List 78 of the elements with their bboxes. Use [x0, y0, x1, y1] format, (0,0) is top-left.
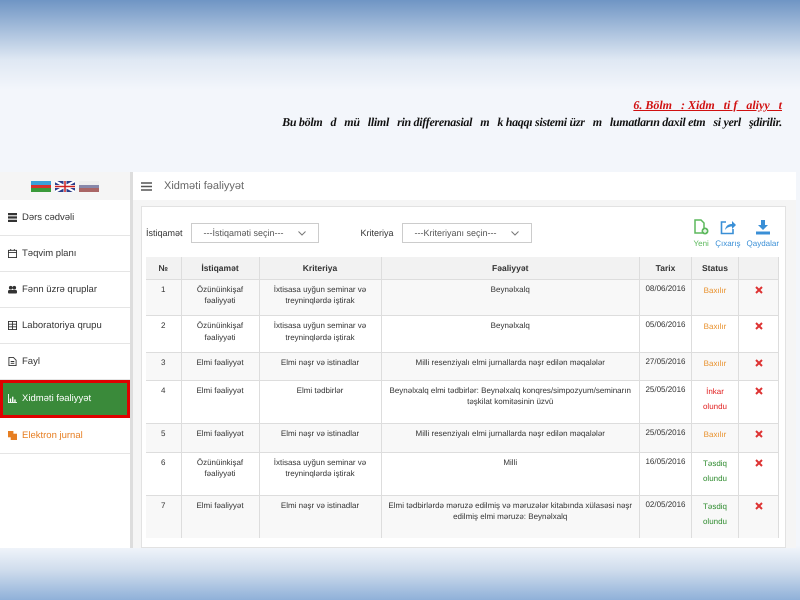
users-icon: [8, 285, 17, 294]
file-icon: [8, 357, 17, 366]
column-header: Tarix: [640, 257, 692, 280]
slide-subtitle: Bu bölm d mü lliml rin differenasial m k haqqı sistemi üzr m lumatların daxil etm si yerl şdirilir.: [281, 115, 782, 130]
table-cell: 2: [146, 316, 181, 352]
delete-icon[interactable]: [754, 386, 762, 395]
delete-icon[interactable]: [754, 322, 762, 330]
table-cell: 02/05/2016: [640, 495, 692, 538]
flag-icon[interactable]: [31, 180, 51, 192]
toolbar-button[interactable]: Qaydalar: [746, 218, 779, 248]
table-cell: 7: [146, 495, 181, 538]
table-cell: Beynəlxalq: [381, 280, 640, 316]
table-cell: Milli: [381, 452, 640, 496]
status-label: Baxılır: [692, 352, 738, 380]
grid-icon: [8, 321, 17, 330]
column-header: №: [146, 257, 181, 280]
table-cell: 6: [146, 452, 181, 496]
table-cell: Özünüinkişaf fəaliyyəti: [181, 316, 259, 352]
table-cell: Elmi tədbirlərdə məruzə edilmiş və məruzələr kitabında xülasəsi nəşr edilmiş elmi məruzə: Beynəlxalq: [381, 495, 640, 538]
status-label: Baxılır: [692, 280, 738, 316]
filter-dropdown[interactable]: ---Kriteriyanı seçin---: [402, 223, 532, 243]
toolbar-button[interactable]: Çıxarış: [715, 218, 741, 248]
table-cell: İxtisasa uyğun seminar və treyninqlərdə iştirak: [259, 452, 381, 496]
menu-icon[interactable]: [141, 182, 152, 190]
delete-icon[interactable]: [754, 286, 762, 294]
table-cell: Elmi nəşr və istinadlar: [259, 424, 381, 452]
table-cell: Milli resenziyalı elmi jurnallarda nəşr edilən məqalələr: [381, 424, 640, 452]
new-file-icon: [693, 218, 710, 234]
delete-icon[interactable]: [754, 458, 762, 466]
chart-icon: [8, 394, 17, 403]
column-header: Fəaliyyət: [381, 257, 640, 280]
column-header: İstiqamət: [181, 257, 259, 280]
table-cell: Elmi nəşr və istinadlar: [259, 352, 381, 380]
table-cell: 1: [146, 280, 181, 316]
sidebar-item[interactable]: Təqvim planı: [0, 236, 130, 272]
sidebar-item[interactable]: Fənn üzrə qruplar: [0, 272, 130, 308]
chevron-icon: [510, 230, 519, 236]
table-cell: Özünüinkişaf fəaliyyəti: [181, 452, 259, 496]
filter-label: Kriteriya: [360, 228, 394, 238]
table-cell: 05/06/2016: [640, 316, 692, 352]
calendar-icon: [8, 249, 17, 258]
table-cell: Milli resenziyalı elmi jurnallarda nəşr edilən məqalələr: [381, 352, 640, 380]
table-cell: Beynəlxalq: [381, 316, 640, 352]
sidebar-item[interactable]: Laboratoriya qrupu: [0, 308, 130, 344]
column-header: Status: [692, 257, 738, 280]
table-cell: İxtisasa uyğun seminar və treyninqlərdə iştirak: [259, 316, 381, 352]
table-cell: 5: [146, 424, 181, 452]
status-label: Təsdiq olundu: [692, 452, 738, 496]
table-cell: 16/05/2016: [640, 452, 692, 496]
table-cell: Elmi fəaliyyət: [181, 424, 259, 452]
delete-icon[interactable]: [754, 502, 762, 510]
status-label: Baxılır: [692, 316, 738, 352]
flag-icon[interactable]: [55, 180, 75, 192]
filter-dropdown[interactable]: ---İstiqaməti seçin---: [190, 223, 319, 243]
sidebar-item[interactable]: Xidməti fəaliyyət: [0, 380, 130, 418]
share-icon: [720, 218, 736, 234]
status-label: Təsdiq olundu: [692, 495, 738, 538]
delete-icon[interactable]: [754, 358, 762, 367]
table-cell: 27/05/2016: [640, 352, 692, 380]
table-cell: 08/06/2016: [640, 280, 692, 316]
table-cell: 3: [146, 352, 181, 380]
filter-label: İstiqamət: [146, 228, 183, 238]
chevron-icon: [298, 230, 306, 236]
table-cell: İxtisasa uyğun seminar və treyninqlərdə iştirak: [259, 280, 381, 316]
sidebar-item[interactable]: Dərs cədvəli: [0, 200, 130, 236]
status-label: Baxılır: [692, 424, 738, 452]
slide-title: 6. Bölm : Xidm ti f aliyy t: [632, 98, 782, 113]
table-cell: Elmi nəşr və istinadlar: [259, 495, 381, 538]
page-title: Xidməti fəaliyyət: [164, 180, 244, 192]
column-header: Kriteriya: [259, 257, 381, 280]
download-icon: [754, 218, 771, 234]
list-icon: [8, 213, 17, 222]
delete-icon[interactable]: [754, 430, 762, 438]
table-cell: 25/05/2016: [640, 424, 692, 452]
table-cell: Elmi fəaliyyət: [181, 352, 259, 380]
table-cell: Elmi fəaliyyət: [181, 495, 259, 538]
table-cell: Özünüinkişaf fəaliyyəti: [181, 280, 259, 316]
copy-icon: [8, 431, 17, 440]
